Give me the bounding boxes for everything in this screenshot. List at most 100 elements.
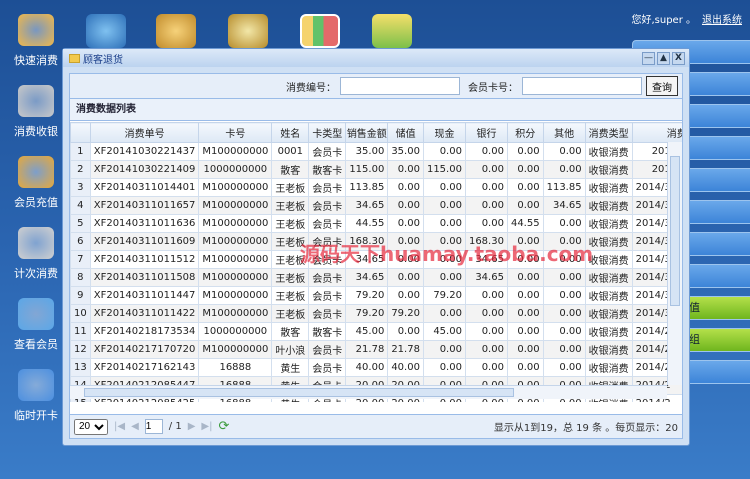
table-row[interactable]: 1 XF20141030221437 M100000000 0001 会员卡 35.00 3… [70, 142, 682, 161]
table-cell: 会员卡 [308, 214, 347, 233]
table-cell: 0.00 [506, 358, 544, 377]
table-cell: 113.85 [345, 178, 389, 197]
table-cell: M100000000 [198, 286, 273, 305]
table-row[interactable]: 2 XF20141030221409 1000000000 散客 散客卡 115.00 0.… [70, 160, 682, 179]
sidebar-item[interactable]: 查看会员 [8, 298, 64, 352]
table-cell: 0.00 [422, 304, 466, 323]
folder-icon [69, 53, 80, 63]
maximize-button[interactable]: ▲ [657, 51, 670, 65]
table-cell: 0.00 [542, 232, 586, 251]
table-cell: 散客 [271, 322, 310, 341]
table-cell: 0.00 [387, 214, 424, 233]
table-cell: 6 [70, 232, 91, 251]
column-header[interactable]: 卡类型 [308, 122, 347, 143]
last-page-icon[interactable]: ▶| [201, 421, 212, 432]
table-cell: 21.78 [345, 340, 389, 359]
table-cell: 0.00 [464, 286, 508, 305]
column-header[interactable]: 消费单号 [89, 122, 200, 143]
sidebar-item-label: 查看会员 [14, 338, 58, 351]
column-header[interactable]: 积分 [506, 122, 544, 143]
table-cell: XF20141030221437 [89, 142, 200, 161]
sidebar-item[interactable]: 计次消费 [8, 227, 64, 281]
pagination-bar: 20 |◀ ◀ / 1 ▶ ▶| ⟳ 显示从1到19，总 19 条 。每页显示：… [70, 414, 682, 438]
prev-page-icon[interactable]: ◀ [131, 421, 139, 432]
table-cell: 34.65 [542, 196, 586, 215]
column-header[interactable]: 卡号 [198, 122, 273, 143]
order-number-input[interactable] [340, 77, 460, 95]
card-number-label: 会员卡号： [468, 82, 518, 94]
table-cell: M100000000 [198, 178, 273, 197]
table-cell: XF20140217162143 [89, 358, 200, 377]
column-header[interactable] [70, 122, 91, 143]
table-row[interactable]: 4 XF20140311011657 M100000000 王老板 会员卡 34.65 0.… [70, 196, 682, 215]
table-row[interactable]: 13 XF20140217162143 16888 黄生 会员卡 40.00 40.00 0.… [70, 358, 682, 377]
table-cell: 0.00 [542, 214, 586, 233]
table-row[interactable]: 7 XF20140311011512 M100000000 王老板 会员卡 34.65 0.… [70, 250, 682, 269]
close-button[interactable]: X [672, 51, 685, 65]
column-header[interactable]: 消费 [631, 122, 682, 143]
user-lock-icon[interactable] [156, 14, 196, 48]
table-cell: 收银消费 [584, 178, 633, 197]
query-button[interactable]: 查询 [646, 76, 678, 96]
table-row[interactable]: 3 XF20140311014401 M100000000 王老板 会员卡 113.85 0… [70, 178, 682, 197]
sidebar-item[interactable]: 临时开卡 [8, 369, 64, 423]
table-cell: 0.00 [506, 232, 544, 251]
page-size-select[interactable]: 20 [74, 418, 108, 435]
table-cell: 0.00 [387, 232, 424, 251]
table-cell: M100000000 [198, 304, 273, 323]
table-cell: 王老板 [271, 214, 310, 233]
table-row[interactable]: 8 XF20140311011508 M100000000 王老板 会员卡 34.65 0.… [70, 268, 682, 287]
column-header[interactable]: 销售金额 [345, 122, 389, 143]
table-cell: 收银消费 [584, 250, 633, 269]
table-cell: 0.00 [464, 322, 508, 341]
table-cell: 12 [70, 340, 91, 359]
money-bag-icon[interactable] [228, 14, 268, 48]
card-number-input[interactable] [522, 77, 642, 95]
table-cell: 0.00 [464, 358, 508, 377]
table-cell: 3 [70, 178, 91, 197]
table-row[interactable]: 6 XF20140311011609 M100000000 王老板 会员卡 168.30 0… [70, 232, 682, 251]
sidebar-item[interactable]: 消费收银 [8, 85, 64, 139]
table-cell: 0.00 [506, 142, 544, 161]
window-title: 顾客退货 [83, 54, 123, 66]
order-number-label: 消费编号： [286, 82, 336, 94]
table-cell: 1000000000 [198, 322, 273, 341]
table-cell: 0.00 [506, 250, 544, 269]
column-header[interactable]: 消费类型 [584, 122, 633, 143]
horizontal-scrollbar[interactable] [70, 385, 667, 399]
table-cell: 34.65 [345, 268, 389, 287]
scroll-thumb[interactable] [84, 388, 514, 397]
window-title-bar[interactable]: 顾客退货 — ▲ X [63, 49, 689, 67]
bar-chart-icon[interactable] [300, 14, 340, 48]
page-input[interactable] [144, 419, 163, 434]
column-header[interactable]: 现金 [422, 122, 466, 143]
sidebar-item[interactable]: 会员充值 [8, 156, 64, 210]
logout-link[interactable]: 退出系统 [702, 15, 742, 26]
minimize-button[interactable]: — [642, 51, 655, 65]
table-row[interactable]: 9 XF20140311011447 M100000000 王老板 会员卡 79.20 0.… [70, 286, 682, 305]
refresh-icon[interactable]: ⟳ [218, 419, 229, 434]
sidebar-item[interactable]: 快速消费 [8, 14, 64, 68]
column-header[interactable]: 储值 [387, 122, 424, 143]
vertical-scrollbar[interactable] [667, 142, 682, 385]
table-cell: 0.00 [387, 178, 424, 197]
scroll-thumb[interactable] [670, 156, 680, 306]
next-page-icon[interactable]: ▶ [188, 421, 196, 432]
table-row[interactable]: 5 XF20140311011636 M100000000 王老板 会员卡 44.55 0.… [70, 214, 682, 233]
table-cell: 0.00 [422, 232, 466, 251]
table-row[interactable]: 12 XF20140217170720 M100000000 叶小浪 会员卡 21.78 2… [70, 340, 682, 359]
table-row[interactable]: 11 XF20140218173534 1000000000 散客 散客卡 45.00 0.… [70, 322, 682, 341]
column-header[interactable]: 姓名 [271, 122, 310, 143]
column-header[interactable]: 银行 [464, 122, 508, 143]
table-row[interactable]: 10 XF20140311011422 M100000000 王老板 会员卡 79.20 7… [70, 304, 682, 323]
table-cell: XF20141030221409 [89, 160, 200, 179]
transfer-user-icon[interactable] [86, 14, 126, 48]
column-header[interactable]: 其他 [542, 122, 586, 143]
table-cell: 7 [70, 250, 91, 269]
table-cell: 34.65 [464, 268, 508, 287]
folder-icon[interactable] [372, 14, 412, 48]
table-cell: 收银消费 [584, 232, 633, 251]
total-pages: / 1 [168, 421, 182, 432]
first-page-icon[interactable]: |◀ [114, 421, 125, 432]
table-cell: XF20140311011422 [89, 304, 200, 323]
